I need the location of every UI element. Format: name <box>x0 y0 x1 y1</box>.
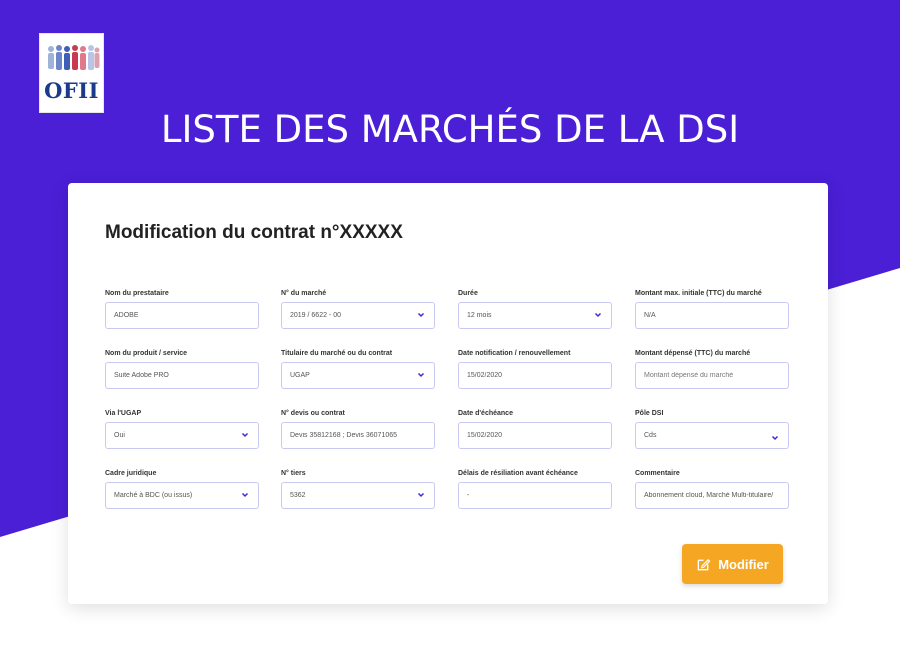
form-card: Modification du contrat n°XXXXX Nom du p… <box>68 183 828 604</box>
field-label: Via l'UGAP <box>105 410 142 417</box>
delais-input-box[interactable] <box>458 482 612 509</box>
field-via-ugap: Via l'UGAP Oui <box>105 409 259 449</box>
field-label: Montant max. initiale (TTC) du marché <box>635 290 762 297</box>
field-label: Commentaire <box>635 470 680 477</box>
marche-select[interactable]: 2019 / 6622 - 00 <box>281 302 435 329</box>
titulaire-select[interactable]: UGAP <box>281 362 435 389</box>
chevron-down-icon <box>417 492 425 498</box>
produit-input-box[interactable] <box>105 362 259 389</box>
date-notification-input-box[interactable] <box>458 362 612 389</box>
date-echeance-input-box[interactable] <box>458 422 612 449</box>
form-title: Modification du contrat n°XXXXX <box>105 222 403 243</box>
logo-text: OFII <box>44 78 99 103</box>
montant-max-input[interactable] <box>636 303 774 328</box>
chevron-down-icon <box>594 312 602 318</box>
produit-input[interactable] <box>106 363 244 388</box>
people-figures-icon <box>48 45 100 70</box>
field-devis: N° devis ou contrat <box>281 409 435 449</box>
devis-input[interactable] <box>282 423 420 448</box>
edit-icon <box>697 558 711 570</box>
field-date-echeance: Date d'échéance <box>458 409 612 449</box>
chevron-down-icon <box>241 492 249 498</box>
field-produit: Nom du produit / service <box>105 349 259 389</box>
field-delais: Délais de résiliation avant échéance <box>458 469 612 509</box>
field-label: Date notification / renouvellement <box>458 350 571 357</box>
chevron-down-icon <box>417 372 425 378</box>
montant-depense-input-box[interactable] <box>635 362 789 389</box>
chevron-down-icon <box>241 432 249 438</box>
field-marche: N° du marché 2019 / 6622 - 00 <box>281 289 435 329</box>
select-value: UGAP <box>290 372 310 379</box>
field-montant-max: Montant max. initiale (TTC) du marché <box>635 289 789 329</box>
field-titulaire: Titulaire du marché ou du contrat UGAP <box>281 349 435 389</box>
field-label: Titulaire du marché ou du contrat <box>281 350 393 357</box>
page-title: LISTE DES MARCHÉS DE LA DSI <box>160 108 740 151</box>
field-label: Nom du produit / service <box>105 350 188 357</box>
tiers-select[interactable]: 5362 <box>281 482 435 509</box>
field-montant-depense: Montant dépensé (TTC) du marché <box>635 349 789 389</box>
date-echeance-input[interactable] <box>459 423 597 448</box>
field-label: Durée <box>458 290 478 297</box>
ofii-logo: OFII <box>39 33 104 113</box>
field-cadre: Cadre juridique Marché à BDC (ou issus) <box>105 469 259 509</box>
chevron-down-icon <box>771 435 779 441</box>
field-prestataire: Nom du prestataire <box>105 289 259 329</box>
prestataire-input-box[interactable] <box>105 302 259 329</box>
chevron-down-icon <box>417 312 425 318</box>
devis-input-box[interactable] <box>281 422 435 449</box>
select-value: 2019 / 6622 - 00 <box>290 312 341 319</box>
pole-select[interactable]: Cds <box>635 422 789 449</box>
montant-max-input-box[interactable] <box>635 302 789 329</box>
field-commentaire: Commentaire <box>635 469 789 509</box>
field-label: Délais de résiliation avant échéance <box>458 470 578 477</box>
modifier-button-label: Modifier <box>718 556 769 572</box>
field-tiers: N° tiers 5362 <box>281 469 435 509</box>
field-label: N° tiers <box>281 470 306 477</box>
select-value: Cds <box>644 432 657 439</box>
date-notification-input[interactable] <box>459 363 597 388</box>
commentaire-input[interactable] <box>636 483 774 508</box>
field-label: Date d'échéance <box>458 410 513 417</box>
modifier-button[interactable]: Modifier <box>682 544 783 584</box>
field-duree: Durée 12 mois <box>458 289 612 329</box>
field-label: N° du marché <box>281 290 327 297</box>
field-label: Nom du prestataire <box>105 290 169 297</box>
select-value: Marché à BDC (ou issus) <box>114 492 193 499</box>
commentaire-input-box[interactable] <box>635 482 789 509</box>
montant-depense-input[interactable] <box>636 363 774 388</box>
select-value: Oui <box>114 432 125 439</box>
duree-select[interactable]: 12 mois <box>458 302 612 329</box>
select-value: 12 mois <box>467 312 492 319</box>
prestataire-input[interactable] <box>106 303 244 328</box>
field-label: Montant dépensé (TTC) du marché <box>635 350 751 357</box>
delais-input[interactable] <box>459 483 597 508</box>
cadre-select[interactable]: Marché à BDC (ou issus) <box>105 482 259 509</box>
field-label: Cadre juridique <box>105 470 157 477</box>
field-pole: Pôle DSI Cds <box>635 409 789 449</box>
select-value: 5362 <box>290 492 306 499</box>
field-label: Pôle DSI <box>635 410 664 417</box>
page: OFII LISTE DES MARCHÉS DE LA DSI Modific… <box>0 0 900 650</box>
via-ugap-select[interactable]: Oui <box>105 422 259 449</box>
field-label: N° devis ou contrat <box>281 410 345 417</box>
field-date-notification: Date notification / renouvellement <box>458 349 612 389</box>
